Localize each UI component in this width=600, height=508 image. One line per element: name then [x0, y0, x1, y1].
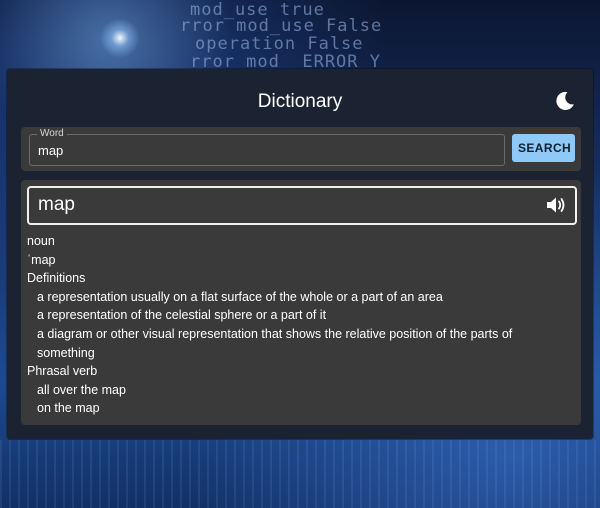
- phrasal-verb-heading: Phrasal verb: [27, 364, 98, 379]
- result-card: map noun ˈmap Definitions a representati…: [21, 180, 581, 425]
- definition-item: a diagram or other visual representation…: [37, 326, 513, 341]
- word-input[interactable]: [38, 141, 488, 159]
- phrasal-verb-item: all over the map: [37, 382, 126, 397]
- word-field[interactable]: Word: [29, 128, 505, 166]
- definitions-heading: Definitions: [27, 271, 86, 286]
- definition-item: a representation usually on a flat surfa…: [37, 289, 443, 304]
- word-field-label: Word: [37, 128, 67, 140]
- background-light-flare: [100, 18, 140, 58]
- search-card: Word SEARCH: [21, 127, 581, 171]
- part-of-speech: noun: [27, 234, 55, 248]
- moon-icon[interactable]: [553, 89, 577, 113]
- app-title: Dictionary: [257, 91, 343, 112]
- definition-entry: noun ˈmap Definitions a representation u…: [27, 232, 567, 418]
- result-word: map: [38, 194, 75, 215]
- phrasal-verb-item: on the map: [37, 401, 100, 416]
- phonetic: ˈmap: [27, 252, 56, 267]
- definition-item-continued: something: [37, 345, 95, 360]
- dictionary-app-panel: Dictionary Word SEARCH map noun ˈmap: [7, 69, 593, 439]
- background-code-text: mod_use true rror mod_use False operatio…: [180, 0, 383, 72]
- search-button[interactable]: SEARCH: [512, 134, 575, 162]
- speaker-icon[interactable]: [545, 195, 567, 215]
- result-word-box: map: [27, 186, 577, 225]
- background-binary-pattern: [0, 440, 600, 508]
- definition-item: a representation of the celestial sphere…: [37, 308, 327, 323]
